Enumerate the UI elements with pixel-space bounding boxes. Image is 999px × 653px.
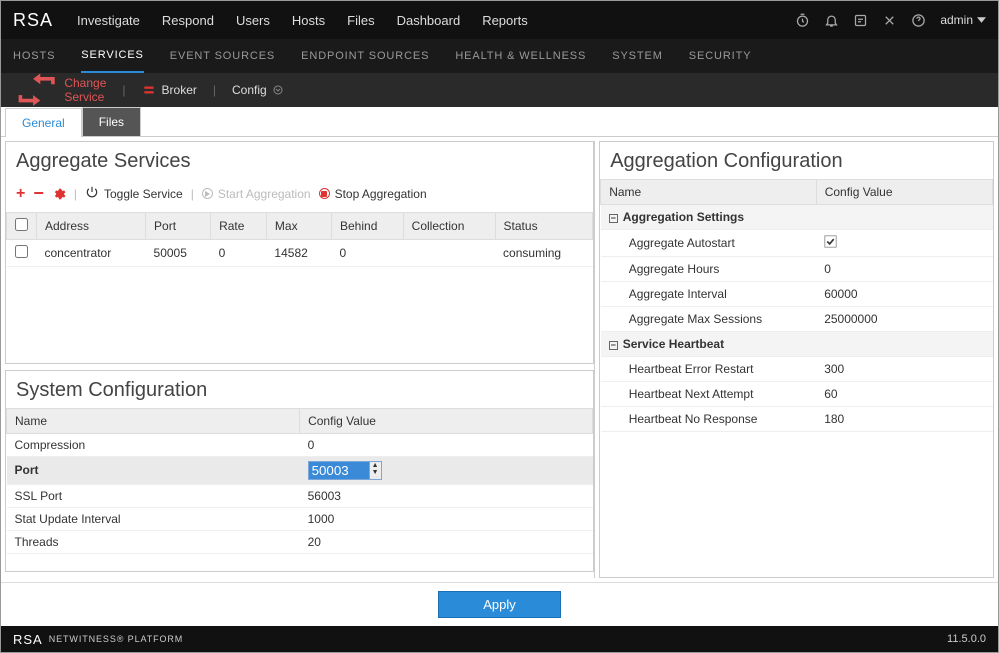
right-column: Aggregation Configuration Name Config Va… (599, 141, 994, 578)
brand-logo: RSA (13, 10, 53, 31)
col-collection[interactable]: Collection (403, 213, 495, 240)
group-service-heartbeat[interactable]: −Service Heartbeat (601, 332, 993, 357)
port-increment[interactable]: ▲ (370, 462, 381, 469)
admin-menu[interactable]: admin (940, 13, 986, 27)
jobs-icon[interactable] (853, 13, 868, 28)
aggregation-configuration-title: Aggregation Configuration (600, 142, 993, 179)
subnav-endpoint-sources[interactable]: ENDPOINT SOURCES (301, 40, 429, 72)
timer-icon[interactable] (795, 13, 810, 28)
left-column: Aggregate Services + − | Toggle Service … (5, 141, 595, 578)
footer: RSA NETWITNESS® PLATFORM 11.5.0.0 (1, 626, 998, 652)
syscfg-value-header: Config Value (300, 408, 593, 433)
help-icon[interactable] (911, 13, 926, 28)
aggcfg-row-hb-error-restart[interactable]: Heartbeat Error Restart 300 (601, 357, 993, 382)
footer-product: NETWITNESS® PLATFORM (49, 634, 183, 644)
syscfg-name-header: Name (7, 408, 300, 433)
change-service-link[interactable]: Change Service (15, 68, 106, 111)
system-configuration-table: Name Config Value Compression 0 Port (6, 408, 593, 554)
aggcfg-row-autostart[interactable]: Aggregate Autostart (601, 230, 993, 257)
aggcfg-row-hb-no-response[interactable]: Heartbeat No Response 180 (601, 407, 993, 432)
col-address[interactable]: Address (37, 213, 146, 240)
select-all-checkbox[interactable] (15, 218, 28, 231)
remove-service-button[interactable]: − (33, 183, 44, 204)
port-decrement[interactable]: ▼ (370, 469, 381, 476)
breadcrumb-bar: Change Service | Broker | Config (1, 73, 998, 107)
syscfg-row-ssl-port[interactable]: SSL Port 56003 (7, 484, 593, 507)
change-service-label: Change Service (64, 76, 106, 104)
sub-nav: HOSTS SERVICES EVENT SOURCES ENDPOINT SO… (1, 39, 998, 73)
nav-reports[interactable]: Reports (482, 13, 528, 28)
tab-general[interactable]: General (5, 108, 82, 137)
collapse-icon[interactable]: − (609, 214, 618, 223)
nav-investigate[interactable]: Investigate (77, 13, 140, 28)
cell-behind: 0 (332, 240, 404, 267)
breadcrumb-config[interactable]: Config (232, 83, 283, 97)
cell-status: consuming (495, 240, 593, 267)
aggregate-services-title: Aggregate Services (6, 142, 593, 179)
main-content: Aggregate Services + − | Toggle Service … (1, 137, 998, 582)
aggregate-services-toolbar: + − | Toggle Service | Start Aggregation… (6, 179, 593, 212)
bell-icon[interactable] (824, 13, 839, 28)
col-behind[interactable]: Behind (332, 213, 404, 240)
subnav-system[interactable]: SYSTEM (612, 40, 663, 72)
nav-users[interactable]: Users (236, 13, 270, 28)
subnav-event-sources[interactable]: EVENT SOURCES (170, 40, 275, 72)
top-nav: RSA Investigate Respond Users Hosts File… (1, 1, 998, 39)
syscfg-row-threads[interactable]: Threads 20 (7, 530, 593, 553)
cell-address: concentrator (37, 240, 146, 267)
nav-respond[interactable]: Respond (162, 13, 214, 28)
aggcfg-row-hb-next-attempt[interactable]: Heartbeat Next Attempt 60 (601, 382, 993, 407)
service-settings-button[interactable] (52, 187, 66, 201)
aggregate-services-panel: Aggregate Services + − | Toggle Service … (5, 141, 594, 364)
crumb-separator: | (122, 83, 125, 97)
col-rate[interactable]: Rate (211, 213, 267, 240)
tab-files[interactable]: Files (82, 107, 141, 136)
group-aggregation-settings[interactable]: −Aggregation Settings (601, 205, 993, 230)
subnav-health-wellness[interactable]: HEALTH & WELLNESS (455, 40, 586, 72)
aggcfg-row-interval[interactable]: Aggregate Interval 60000 (601, 282, 993, 307)
system-configuration-panel: System Configuration Name Config Value C… (5, 370, 594, 572)
stop-aggregation-button[interactable]: Stop Aggregation (319, 187, 427, 201)
aggregate-services-table: Address Port Rate Max Behind Collection … (6, 212, 593, 267)
syscfg-row-compression[interactable]: Compression 0 (7, 433, 593, 456)
subnav-hosts[interactable]: HOSTS (13, 40, 55, 72)
config-tabs: General Files (1, 107, 998, 137)
system-configuration-title: System Configuration (6, 371, 593, 408)
col-port[interactable]: Port (146, 213, 211, 240)
footer-version: 11.5.0.0 (947, 633, 986, 645)
tools-icon[interactable] (882, 13, 897, 28)
aggcfg-value-header: Config Value (816, 180, 992, 205)
add-service-button[interactable]: + (16, 185, 25, 203)
cell-collection (403, 240, 495, 267)
port-spinner[interactable]: ▲ ▼ (308, 461, 382, 480)
cell-rate: 0 (211, 240, 267, 267)
apply-bar: Apply (1, 582, 998, 626)
autostart-checkbox[interactable] (824, 235, 837, 251)
row-checkbox[interactable] (15, 245, 28, 258)
nav-hosts[interactable]: Hosts (292, 13, 325, 28)
cell-port: 50005 (146, 240, 211, 267)
syscfg-row-port[interactable]: Port ▲ ▼ (7, 456, 593, 484)
apply-button[interactable]: Apply (438, 591, 561, 618)
aggregation-configuration-table: Name Config Value −Aggregation Settings … (600, 179, 993, 432)
start-aggregation-button: Start Aggregation (202, 187, 311, 201)
footer-brand: RSA (13, 632, 43, 647)
col-status[interactable]: Status (495, 213, 593, 240)
col-max[interactable]: Max (266, 213, 331, 240)
nav-dashboard[interactable]: Dashboard (397, 13, 461, 28)
port-input[interactable] (309, 462, 369, 479)
collapse-icon[interactable]: − (609, 341, 618, 350)
cell-max: 14582 (266, 240, 331, 267)
aggcfg-name-header: Name (601, 180, 816, 205)
syscfg-row-stat-interval[interactable]: Stat Update Interval 1000 (7, 507, 593, 530)
breadcrumb-broker: Broker (142, 83, 197, 97)
nav-files[interactable]: Files (347, 13, 374, 28)
subnav-security[interactable]: SECURITY (689, 40, 752, 72)
aggcfg-row-max-sessions[interactable]: Aggregate Max Sessions 25000000 (601, 307, 993, 332)
crumb-separator: | (213, 83, 216, 97)
toggle-service-button[interactable]: Toggle Service (85, 185, 183, 202)
aggcfg-row-hours[interactable]: Aggregate Hours 0 (601, 257, 993, 282)
table-row[interactable]: concentrator 50005 0 14582 0 consuming (7, 240, 593, 267)
